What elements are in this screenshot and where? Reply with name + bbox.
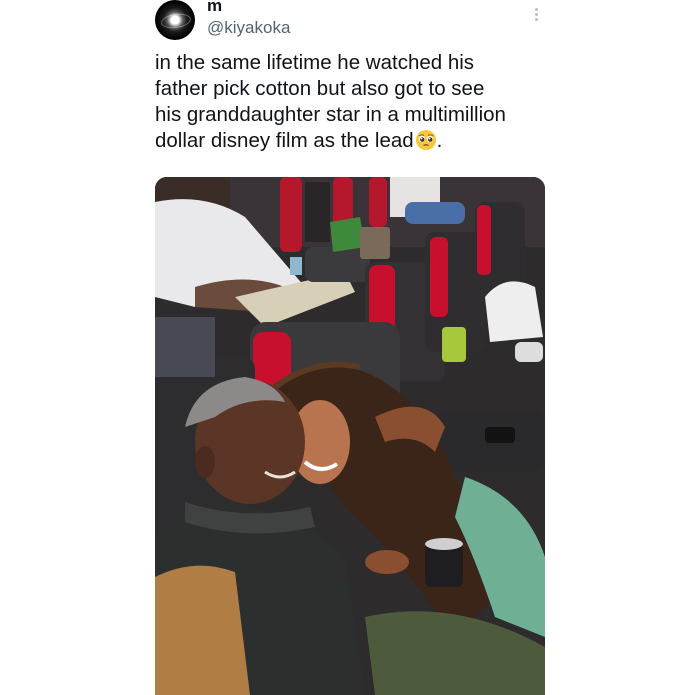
avatar-ring xyxy=(160,11,192,31)
pleading-face-icon xyxy=(415,130,436,150)
display-name[interactable]: m xyxy=(207,0,222,16)
tweet-body: in the same lifetime he watched his fath… xyxy=(155,51,506,152)
more-options-icon[interactable] xyxy=(531,8,541,26)
photo-illustration xyxy=(155,177,545,695)
tweet: m @kiyakoka in the same lifetime he watc… xyxy=(0,0,700,695)
tweet-photo[interactable] xyxy=(155,177,545,695)
tweet-text-end: . xyxy=(436,129,443,152)
user-handle[interactable]: @kiyakoka xyxy=(207,18,290,38)
tweet-text: in the same lifetime he watched his fath… xyxy=(155,50,555,154)
avatar[interactable] xyxy=(155,0,195,40)
